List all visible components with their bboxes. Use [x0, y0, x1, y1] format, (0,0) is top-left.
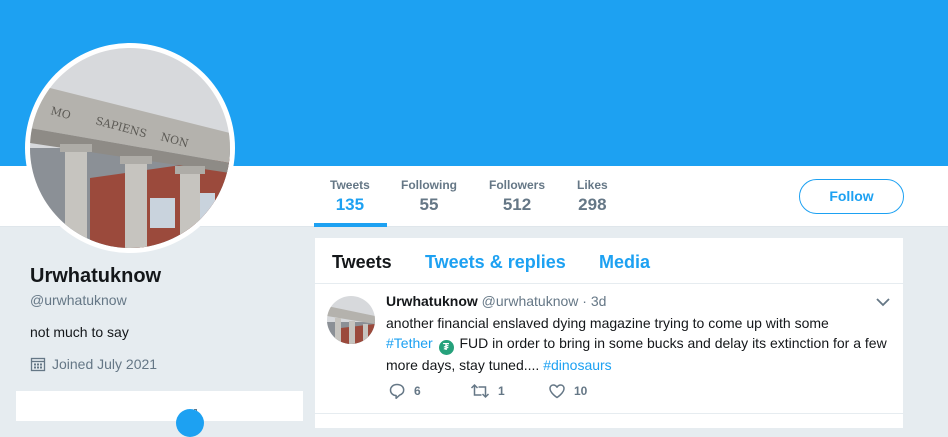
profile-joined: Joined July 2021 — [30, 356, 157, 372]
card-partial-avatar — [176, 409, 204, 437]
follow-button[interactable]: Follow — [799, 179, 904, 214]
avatar-photo: MO SAPIENS NON — [30, 48, 230, 248]
profile-bio: not much to say — [30, 324, 129, 340]
tweet-separator: · — [582, 293, 587, 309]
stat-following-value: 55 — [419, 195, 439, 214]
hashtag-dinosaurs[interactable]: #dinosaurs — [543, 357, 612, 373]
stat-following-label: Following — [401, 178, 457, 192]
profile-name: Urwhatuknow — [30, 265, 162, 287]
like-button[interactable]: 10 — [548, 382, 587, 400]
stat-likes[interactable]: Likes 298 — [577, 178, 608, 215]
stat-tweets[interactable]: Tweets 135 — [330, 178, 370, 215]
tweet-text-part-1: another financial enslaved dying magazin… — [386, 315, 829, 331]
calendar-icon — [30, 357, 46, 372]
retweet-button[interactable]: 1 — [470, 382, 505, 400]
retweet-count: 1 — [498, 384, 505, 398]
stat-followers[interactable]: Followers 512 — [489, 178, 545, 215]
reply-button[interactable]: 6 — [388, 382, 421, 400]
profile-handle: @urwhatuknow — [30, 292, 127, 308]
tweet-author-name[interactable]: Urwhatuknow — [386, 293, 478, 309]
tab-tweets-and-replies[interactable]: Tweets & replies — [425, 252, 566, 273]
like-count: 10 — [574, 384, 588, 398]
tweet-author-handle[interactable]: @urwhatuknow — [482, 293, 579, 309]
stat-followers-value: 512 — [502, 195, 532, 214]
tweet-text-part-2: FUD in order to bring in some bucks and … — [386, 335, 887, 373]
joined-date: Joined July 2021 — [52, 356, 158, 372]
reply-count: 6 — [414, 384, 421, 398]
reply-icon — [389, 383, 405, 400]
caret-down-icon[interactable] — [875, 296, 891, 308]
tweet-timestamp[interactable]: 3d — [591, 293, 607, 309]
timeline-tabs: Tweets Tweets & replies Media — [315, 238, 903, 284]
tab-media[interactable]: Media — [599, 252, 650, 273]
stat-likes-label: Likes — [577, 178, 608, 192]
profile-avatar[interactable]: MO SAPIENS NON — [25, 43, 235, 253]
like-icon — [549, 384, 565, 399]
tweet-avatar[interactable] — [327, 296, 375, 344]
tether-coin-icon: ₮ — [438, 340, 454, 355]
retweet-icon — [470, 383, 490, 399]
active-stat-indicator — [314, 223, 387, 227]
tweet-avatar-photo — [327, 296, 375, 344]
tab-tweets[interactable]: Tweets — [332, 252, 392, 273]
tweet[interactable]: Urwhatuknow @urwhatuknow · 3d another fi… — [315, 284, 903, 414]
stat-followers-label: Followers — [489, 178, 546, 192]
timeline: Tweets Tweets & replies Media Urwhatukno… — [315, 238, 903, 428]
tweet-text: another financial enslaved dying magazin… — [386, 313, 896, 375]
left-sidebar-card — [16, 391, 303, 437]
tweet-header: Urwhatuknow @urwhatuknow · 3d — [386, 293, 606, 309]
stat-tweets-value: 135 — [335, 195, 365, 214]
hashtag-tether[interactable]: #Tether — [386, 335, 433, 351]
stat-following[interactable]: Following 55 — [401, 178, 457, 215]
stat-likes-value: 298 — [578, 195, 607, 214]
stat-tweets-label: Tweets — [330, 178, 370, 192]
